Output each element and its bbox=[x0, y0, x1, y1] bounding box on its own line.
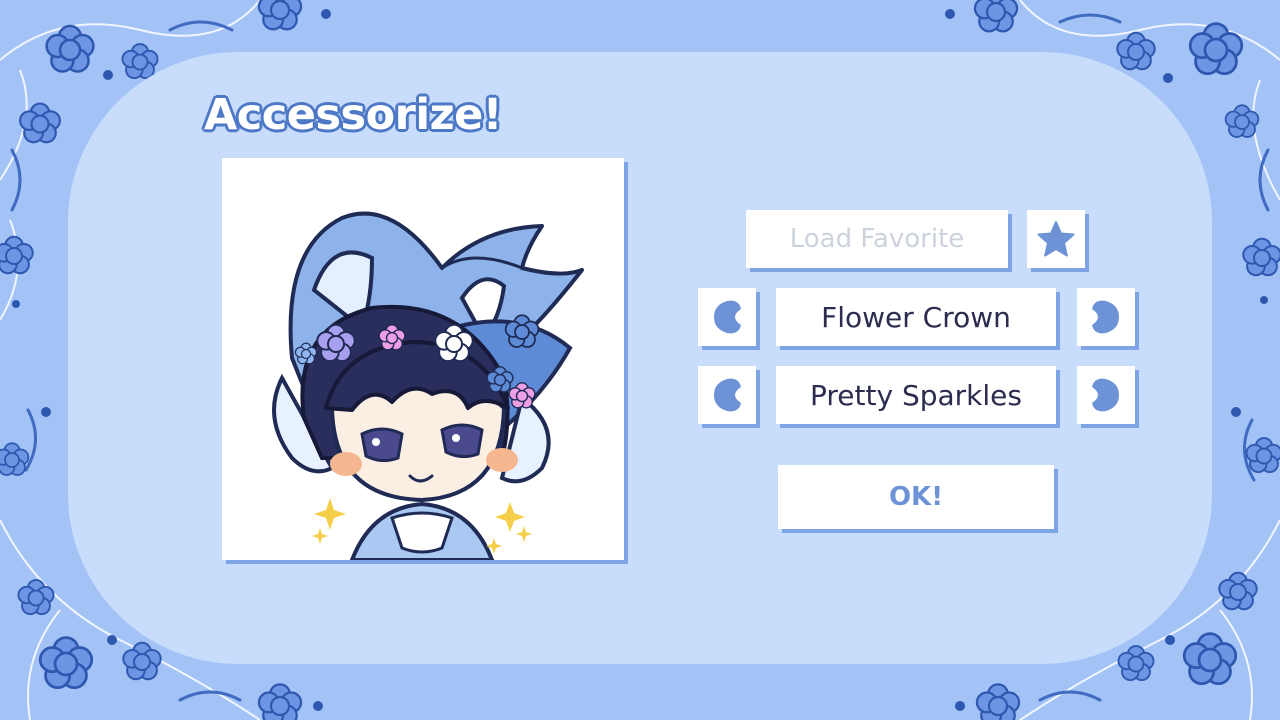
accessory-next-arrow-button[interactable] bbox=[1077, 288, 1135, 346]
star-icon bbox=[1037, 221, 1075, 257]
accessory-value: Flower Crown bbox=[776, 288, 1056, 346]
character-portrait bbox=[272, 211, 584, 560]
heart-left-arrow-icon bbox=[714, 300, 741, 334]
ok-button[interactable]: OK! bbox=[778, 465, 1054, 529]
screen-title: Accessorize! bbox=[204, 90, 502, 140]
accessory-prev-arrow-button[interactable] bbox=[698, 288, 756, 346]
heart-left-arrow-icon bbox=[714, 378, 741, 412]
heart-right-arrow-icon bbox=[1092, 378, 1119, 412]
favorite-button[interactable] bbox=[1027, 210, 1085, 268]
effect-next-arrow-button[interactable] bbox=[1077, 366, 1135, 424]
character-preview bbox=[222, 158, 624, 560]
effect-value: Pretty Sparkles bbox=[776, 366, 1056, 424]
effect-prev-arrow-button[interactable] bbox=[698, 366, 756, 424]
heart-right-arrow-icon bbox=[1092, 300, 1119, 334]
load-favorite-button[interactable]: Load Favorite bbox=[746, 210, 1008, 268]
